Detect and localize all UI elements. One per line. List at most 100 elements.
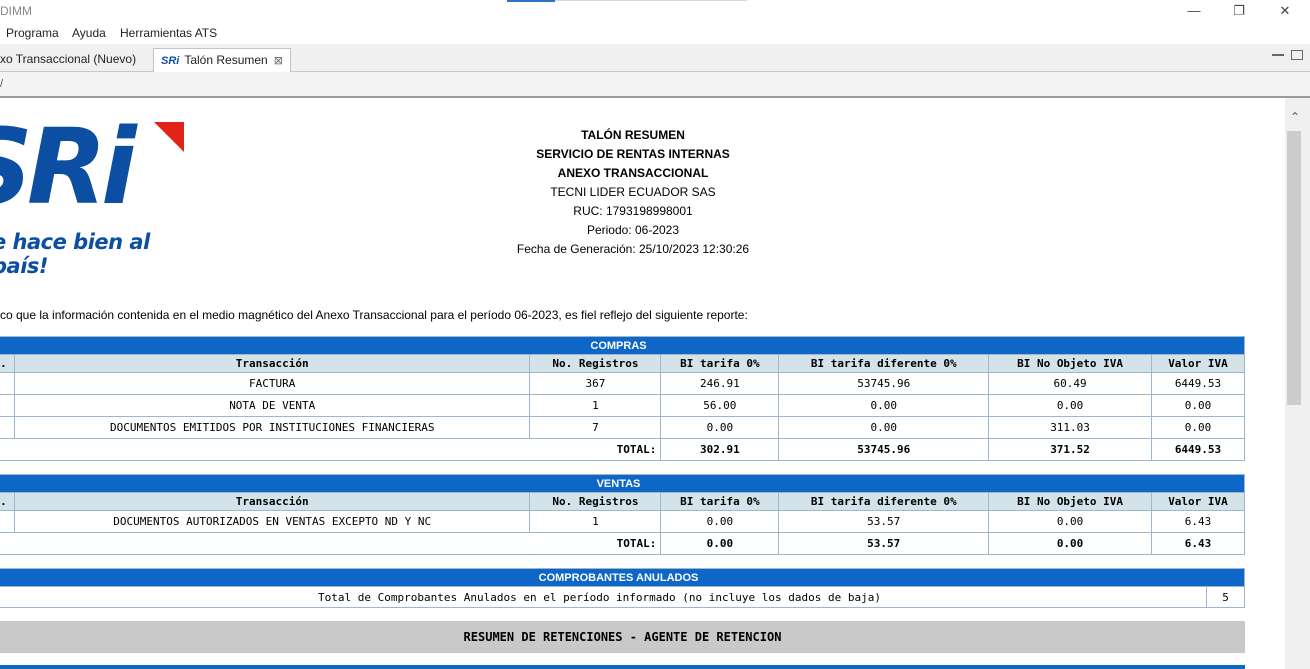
cell-bino: 0.00 (988, 394, 1152, 417)
sri-logo-slogan: e hace bien al país! (0, 230, 150, 278)
maximize-view-icon[interactable] (1291, 50, 1303, 60)
anulados-count: 5 (1206, 586, 1245, 608)
tab-talon-label: Talón Resumen (184, 53, 268, 67)
col-head-index: . (0, 354, 15, 373)
total-iva: 6449.53 (1151, 438, 1245, 461)
ventas-table: VENTAS . Transacción No. Registros BI ta… (0, 474, 1245, 555)
sri-logo-text: SRi (0, 106, 137, 228)
compras-total-row: TOTAL: 302.91 53745.96 371.52 6449.53 (0, 438, 1245, 461)
header-company: TECNI LIDER ECUADOR SAS (550, 185, 716, 199)
table-row: NOTA DE VENTA 1 56.00 0.00 0.00 0.00 (0, 394, 1245, 417)
close-tab-icon[interactable]: ⊠ (274, 50, 283, 72)
col-head-iva: Valor IVA (1151, 354, 1245, 373)
col-head-bi0: BI tarifa 0% (660, 492, 780, 511)
toolbar-icon[interactable]: / (0, 78, 3, 90)
cell-registros: 367 (529, 372, 662, 395)
cell-iva: 0.00 (1151, 416, 1245, 439)
col-head-bidif: BI tarifa diferente 0% (778, 492, 990, 511)
cell-registros: 1 (529, 510, 662, 533)
row-index-cell (0, 372, 15, 395)
col-head-registros: No. Registros (529, 354, 662, 373)
compras-table: COMPRAS . Transacción No. Registros BI t… (0, 336, 1245, 461)
titlebar-accent (507, 0, 555, 2)
cell-bidif: 53.57 (778, 510, 990, 533)
cell-transaccion: FACTURA (13, 372, 531, 395)
minimize-button[interactable]: — (1184, 2, 1204, 20)
certification-statement: co que la información contenida en el me… (0, 308, 748, 322)
tab-anexo-label: xo Transaccional (Nuevo) (0, 52, 137, 66)
col-head-bino: BI No Objeto IVA (988, 354, 1152, 373)
col-head-iva: Valor IVA (1151, 492, 1245, 511)
sri-logo: SRi e hace bien al país! (0, 106, 200, 278)
sri-logo-flag-icon (154, 122, 184, 152)
row-index-cell (0, 394, 15, 417)
col-head-index: . (0, 492, 15, 511)
total-bino: 0.00 (988, 532, 1152, 555)
col-head-bidif: BI tarifa diferente 0% (778, 354, 990, 373)
cell-iva: 6449.53 (1151, 372, 1245, 395)
total-label: TOTAL: (0, 438, 662, 461)
row-index-cell (0, 416, 15, 439)
menu-ayuda[interactable]: Ayuda (72, 26, 106, 40)
minimize-view-icon[interactable] (1272, 54, 1284, 56)
cell-bidif: 0.00 (778, 416, 990, 439)
cell-bi0: 0.00 (660, 416, 780, 439)
cell-bino: 60.49 (988, 372, 1152, 395)
row-index-cell (0, 510, 15, 533)
ventas-total-row: TOTAL: 0.00 53.57 0.00 6.43 (0, 532, 1245, 555)
scroll-up-arrow-icon[interactable]: ⌃ (1290, 110, 1300, 124)
cell-registros: 7 (529, 416, 662, 439)
cell-registros: 1 (529, 394, 662, 417)
header-ruc: RUC: 1793198998001 (573, 204, 693, 218)
anulados-description: Total de Comprobantes Anulados en el per… (0, 586, 1208, 608)
window-titlebar: DIMM — ❐ ✕ (0, 0, 1310, 22)
window-title: DIMM (0, 4, 32, 18)
menu-programa[interactable]: Programa (6, 26, 59, 40)
editor-toolbar: / (0, 72, 1310, 98)
next-section-strip (0, 665, 1245, 669)
ventas-title: VENTAS (0, 474, 1245, 493)
total-label: TOTAL: (0, 532, 662, 555)
table-row: DOCUMENTOS AUTORIZADOS EN VENTAS EXCEPTO… (0, 510, 1245, 533)
total-bi0: 302.91 (660, 438, 780, 461)
menu-herramientas-ats[interactable]: Herramientas ATS (120, 26, 217, 40)
cell-bi0: 246.91 (660, 372, 780, 395)
scrollbar-thumb[interactable] (1287, 131, 1301, 405)
report-header: TALÓN RESUMEN SERVICIO DE RENTAS INTERNA… (433, 126, 833, 259)
total-bidif: 53745.96 (778, 438, 990, 461)
anulados-table: COMPROBANTES ANULADOS Total de Comproban… (0, 568, 1245, 608)
cell-bino: 311.03 (988, 416, 1152, 439)
restore-button[interactable]: ❐ (1229, 2, 1249, 20)
total-bino: 371.52 (988, 438, 1152, 461)
cell-bino: 0.00 (988, 510, 1152, 533)
close-window-button[interactable]: ✕ (1275, 2, 1295, 20)
cell-bidif: 53745.96 (778, 372, 990, 395)
table-row: FACTURA 367 246.91 53745.96 60.49 6449.5… (0, 372, 1245, 395)
cell-transaccion: DOCUMENTOS EMITIDOS POR INSTITUCIONES FI… (13, 416, 531, 439)
header-title: TALÓN RESUMEN (581, 128, 685, 142)
cell-bi0: 56.00 (660, 394, 780, 417)
total-bidif: 53.57 (778, 532, 990, 555)
cell-iva: 0.00 (1151, 394, 1245, 417)
retenciones-banner: RESUMEN DE RETENCIONES - AGENTE DE RETEN… (0, 621, 1245, 653)
cell-transaccion: NOTA DE VENTA (13, 394, 531, 417)
cell-bi0: 0.00 (660, 510, 780, 533)
header-periodo: Periodo: 06-2023 (586, 223, 680, 237)
table-row: Total de Comprobantes Anulados en el per… (0, 586, 1245, 608)
cell-iva: 6.43 (1151, 510, 1245, 533)
table-row: DOCUMENTOS EMITIDOS POR INSTITUCIONES FI… (0, 416, 1245, 439)
total-bi0: 0.00 (660, 532, 780, 555)
header-institution: SERVICIO DE RENTAS INTERNAS (536, 147, 730, 161)
col-head-bi0: BI tarifa 0% (660, 354, 780, 373)
tab-talon-resumen[interactable]: SRi Talón Resumen ⊠ (153, 48, 291, 72)
col-head-bino: BI No Objeto IVA (988, 492, 1152, 511)
tab-anexo-transaccional[interactable]: xo Transaccional (Nuevo) (0, 48, 136, 72)
editor-tab-bar: xo Transaccional (Nuevo) SRi Talón Resume… (0, 44, 1310, 72)
col-head-registros: No. Registros (529, 492, 662, 511)
header-fecha: Fecha de Generación: 25/10/2023 12:30:26 (516, 242, 750, 256)
sri-tab-icon: SRi (161, 55, 180, 67)
titlebar-accent-line (555, 0, 747, 1)
anulados-title: COMPROBANTES ANULADOS (0, 568, 1245, 587)
header-report-type: ANEXO TRANSACCIONAL (557, 166, 709, 180)
menu-bar: Programa Ayuda Herramientas ATS (0, 22, 1310, 44)
